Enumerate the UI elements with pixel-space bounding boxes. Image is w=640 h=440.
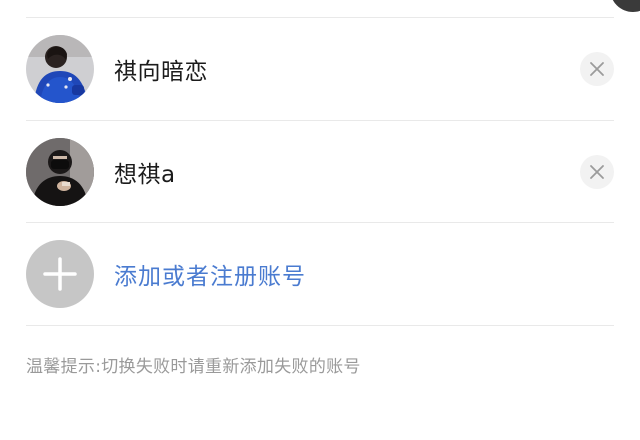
avatar-black-mask-icon [26, 138, 94, 206]
close-icon [590, 165, 604, 179]
close-icon [590, 62, 604, 76]
plus-icon [43, 257, 77, 291]
add-account-label[interactable]: 添加或者注册账号 [114, 257, 306, 291]
account-row[interactable]: 祺向暗恋 [26, 18, 614, 120]
add-account-row[interactable]: 添加或者注册账号 [26, 223, 614, 325]
avatar [26, 35, 94, 103]
divider [26, 325, 614, 326]
add-account-button[interactable] [26, 240, 94, 308]
remove-account-button[interactable] [580, 52, 614, 86]
floating-button[interactable] [610, 0, 640, 12]
account-name: 祺向暗恋 [114, 59, 208, 85]
switch-account-screen: 祺向暗恋 想祺a 添加或者注册账号 温馨提示:切换失败时请重新添加失败的账号 [0, 0, 640, 440]
avatar-blue-jacket-icon [26, 35, 94, 103]
remove-account-button[interactable] [580, 155, 614, 189]
account-row[interactable]: 想祺a [26, 121, 614, 223]
hint-text: 温馨提示:切换失败时请重新添加失败的账号 [26, 357, 361, 377]
avatar [26, 138, 94, 206]
account-name: 想祺a [114, 162, 176, 188]
